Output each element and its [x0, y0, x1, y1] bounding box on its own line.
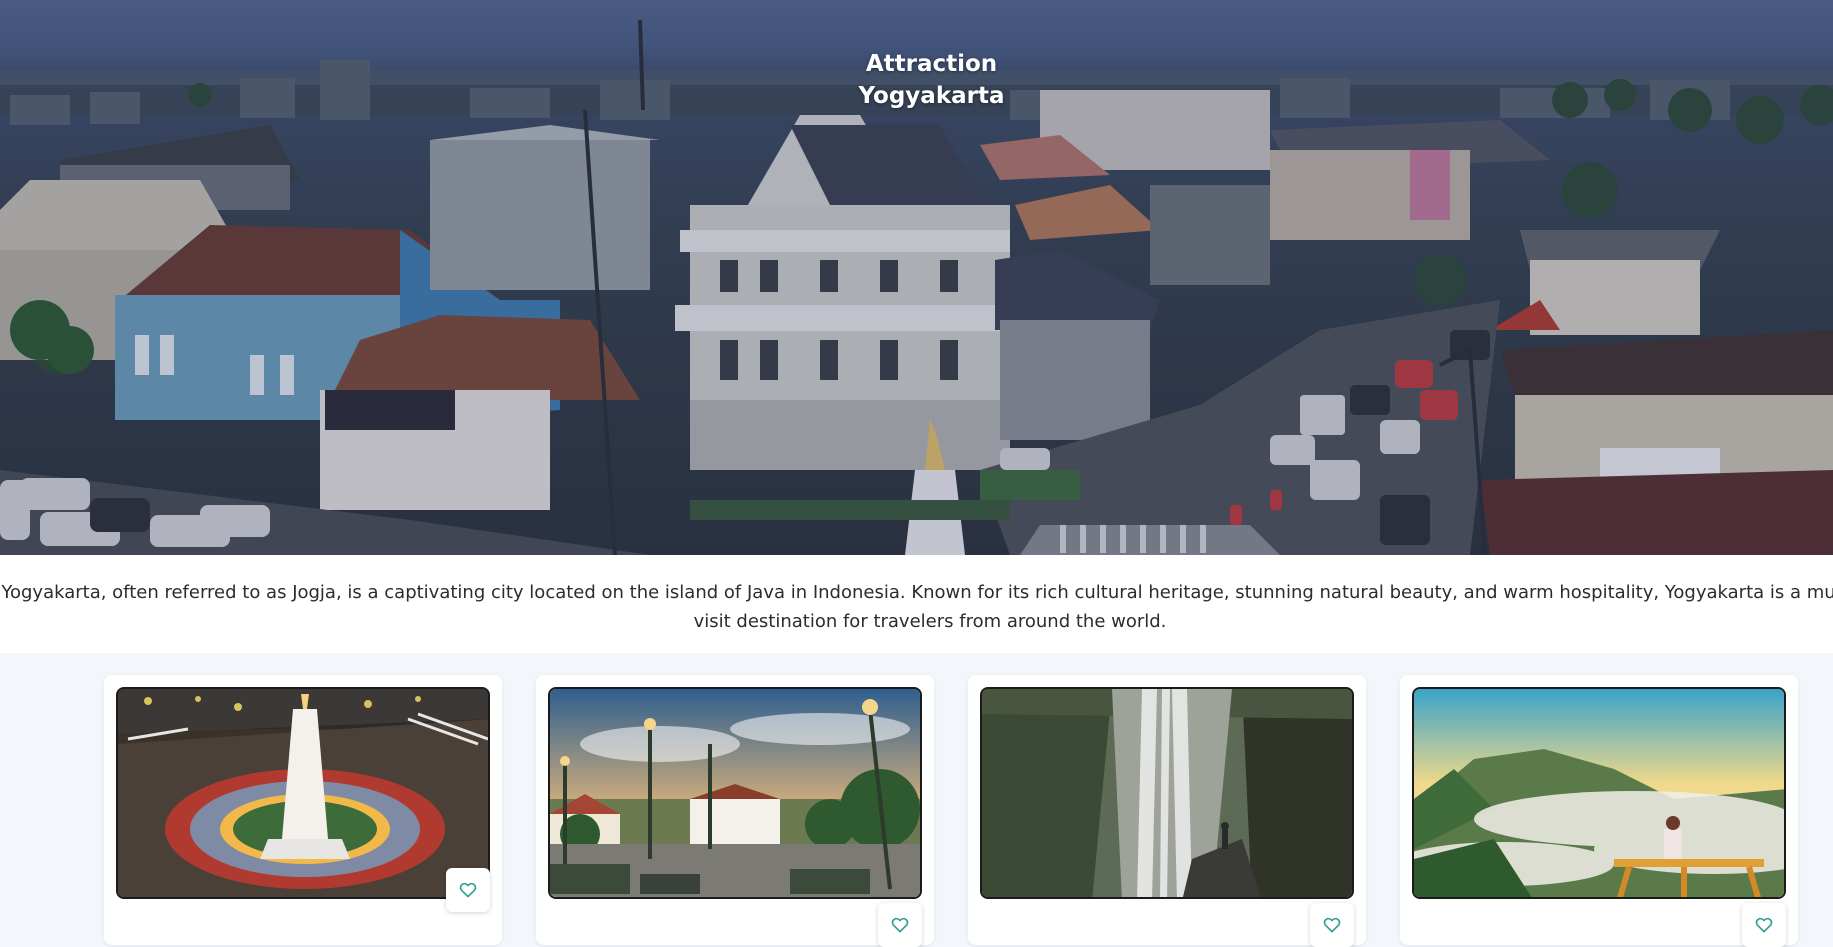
attraction-card[interactable]	[968, 675, 1366, 947]
attraction-image[interactable]	[1412, 687, 1786, 899]
attractions-list	[0, 653, 1833, 947]
hero-title: Attraction Yogyakarta	[0, 48, 1833, 112]
attraction-image[interactable]	[116, 687, 490, 899]
heart-icon	[459, 882, 477, 898]
intro-text: Yogyakarta, often referred to as Jogja, …	[1, 582, 1833, 632]
misty-hills-viewpoint-photo	[1414, 689, 1784, 897]
heart-icon	[1755, 917, 1773, 933]
intro-section: Yogyakarta, often referred to as Jogja, …	[0, 555, 1833, 653]
hero-banner: Attraction Yogyakarta	[0, 0, 1833, 555]
attraction-image[interactable]	[980, 687, 1354, 899]
attraction-card[interactable]	[536, 675, 934, 947]
hero-title-line1: Attraction	[865, 51, 998, 77]
heart-icon	[891, 917, 909, 933]
heart-icon	[1323, 917, 1341, 933]
attraction-card[interactable]	[1400, 675, 1798, 947]
town-square-street-lamps-photo	[550, 689, 920, 897]
attraction-card[interactable]	[104, 675, 502, 945]
tugu-monument-night-photo	[118, 689, 488, 897]
cave-waterfall-light-photo	[982, 689, 1352, 897]
favorite-button[interactable]	[1310, 903, 1354, 947]
hero-title-line2: Yogyakarta	[858, 83, 1005, 109]
favorite-button[interactable]	[878, 903, 922, 947]
attraction-image[interactable]	[548, 687, 922, 899]
favorite-button[interactable]	[1742, 903, 1786, 947]
favorite-button[interactable]	[446, 868, 490, 912]
